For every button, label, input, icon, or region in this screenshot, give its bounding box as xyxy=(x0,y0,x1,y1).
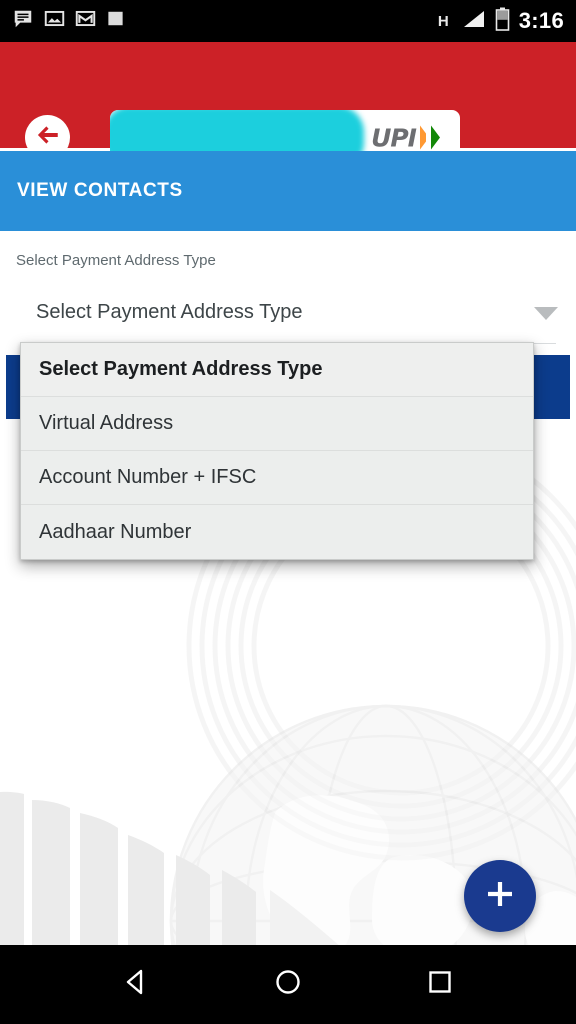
dropdown-option-aadhaar-number[interactable]: Aadhaar Number xyxy=(21,505,533,559)
upi-tricolor-arrow-icon xyxy=(420,125,440,150)
dropdown-option-label: Virtual Address xyxy=(39,412,174,434)
plus-icon xyxy=(483,877,517,916)
status-notification-icons xyxy=(12,8,438,35)
upi-logo-text: UPI xyxy=(371,123,417,152)
clock-label: 3:16 xyxy=(518,8,564,33)
dropdown-option-label: Select Payment Address Type xyxy=(39,358,323,380)
payment-address-type-label: Select Payment Address Type xyxy=(16,252,216,269)
message-icon xyxy=(12,8,34,35)
app-icon xyxy=(106,9,125,33)
nav-recents-icon[interactable] xyxy=(423,965,457,1004)
dropdown-option-select-payment-address-type[interactable]: Select Payment Address Type xyxy=(21,343,533,397)
dropdown-option-account-number-ifsc[interactable]: Account Number + IFSC xyxy=(21,451,533,505)
dropdown-option-label: Aadhaar Number xyxy=(39,520,192,543)
background-bars-decoration xyxy=(0,791,339,945)
android-navigation-bar xyxy=(0,945,576,1024)
add-contact-fab[interactable] xyxy=(464,860,536,932)
view-contacts-bar[interactable]: VIEW CONTACTS xyxy=(0,151,576,231)
phone-screen: H 3:16 UPI VIEW CONTACTS Select Payment … xyxy=(0,0,576,1024)
upi-logo: UPI xyxy=(371,123,442,152)
back-arrow-icon xyxy=(35,122,61,153)
content-area: Select Payment Address Type Select Payme… xyxy=(0,231,576,945)
view-contacts-label: VIEW CONTACTS xyxy=(17,180,183,201)
network-type-label: H xyxy=(437,12,449,30)
gmail-icon xyxy=(75,8,96,34)
status-bar: H 3:16 xyxy=(0,0,576,42)
spinner-selected-value: Select Payment Address Type xyxy=(36,301,303,323)
payment-address-type-spinner[interactable]: Select Payment Address Type xyxy=(0,293,576,343)
battery-icon xyxy=(495,7,510,36)
image-icon xyxy=(44,8,65,34)
nav-home-icon[interactable] xyxy=(271,965,305,1004)
status-system-icons: H 3:16 xyxy=(438,7,564,36)
dropdown-option-virtual-address[interactable]: Virtual Address xyxy=(21,397,533,451)
chevron-down-icon xyxy=(534,307,558,320)
nav-back-icon[interactable] xyxy=(119,965,153,1004)
dropdown-option-label: Account Number + IFSC xyxy=(39,466,257,488)
payment-address-type-dropdown[interactable]: Select Payment Address Type Virtual Addr… xyxy=(20,342,534,560)
signal-icon xyxy=(460,9,486,34)
app-bar: UPI xyxy=(0,42,576,165)
